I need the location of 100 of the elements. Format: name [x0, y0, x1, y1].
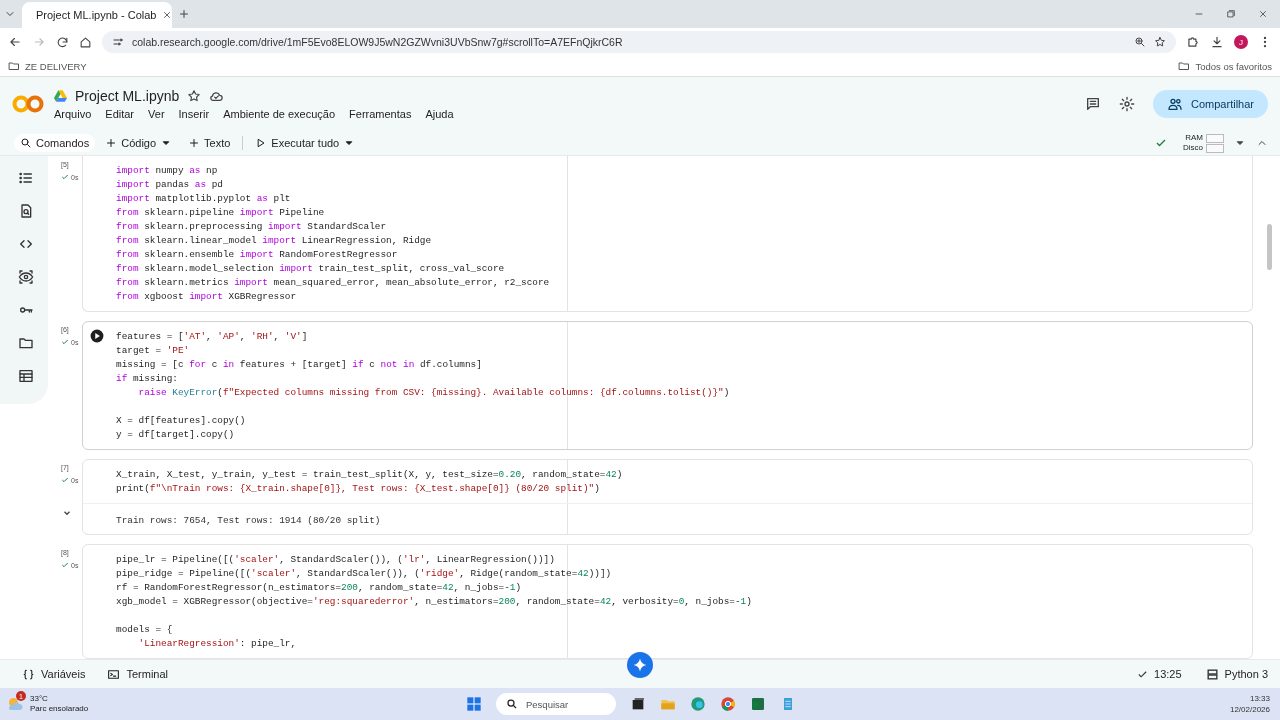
temperature: 33°C: [30, 694, 49, 705]
code-line: import numpy as np: [116, 164, 219, 178]
code-line: pipe_ridge = Pipeline([('scaler', StandardScaler()), ('ridge', Ridge(random_state=42))]): [116, 567, 613, 581]
menu-item[interactable]: Arquivo: [54, 108, 92, 120]
code-line: from sklearn.linear_model import LinearRegression, Ridge: [116, 234, 433, 248]
output-line: Train rows: 7654, Test rows: 1914 (80/20 split): [116, 514, 381, 528]
code-cell[interactable]: [82, 321, 1253, 450]
settings-icon[interactable]: [1119, 96, 1136, 112]
share-button[interactable]: Compartilhar: [1153, 90, 1268, 118]
url-text: colab.research.google.com/drive/1mF5Evo8ELOW9J5wN2GZWvni3UVbSnw7g#scrollTo=A7EFnQjkrC6R: [132, 36, 624, 48]
folder-icon: [8, 60, 20, 72]
code-line: raise KeyError(f"Expected columns missing from CSV: {missing}. Available columns: {df.columns.tolist()}"): [137, 386, 731, 400]
search-icon: [20, 137, 32, 149]
check-icon: [61, 338, 69, 346]
taskbar-clock[interactable]: 13:33 12/02/2026: [1229, 693, 1270, 716]
menu-item[interactable]: Ferramentas: [349, 108, 412, 120]
spreadsheet-app-icon[interactable]: [750, 696, 766, 713]
code-line: from sklearn.pipeline import Pipeline: [116, 206, 326, 220]
download-icon[interactable]: [1210, 35, 1224, 49]
table-of-contents-icon[interactable]: [18, 170, 34, 186]
folder-icon[interactable]: [18, 335, 34, 351]
drive-icon: [54, 90, 67, 102]
close-icon[interactable]: [162, 10, 173, 20]
code-line: y = df[target].copy(): [116, 428, 236, 442]
colab-logo[interactable]: [12, 94, 44, 114]
table-icon[interactable]: [18, 368, 34, 384]
taskbar-search-field[interactable]: Pesquisar: [496, 693, 616, 716]
zoom-icon[interactable]: [1134, 36, 1146, 48]
back-button[interactable]: [8, 35, 22, 49]
code-line: from sklearn.metrics import mean_squared_error, mean_absolute_error, r2_score: [116, 276, 551, 290]
server-icon: [1205, 667, 1219, 681]
code-line: X = df[features].copy(): [116, 414, 247, 428]
menu-item[interactable]: Ambiente de execução: [223, 108, 336, 120]
variables-button[interactable]: Variáveis: [22, 667, 86, 681]
add-icon: [188, 137, 201, 149]
run-cell-button[interactable]: [90, 329, 104, 343]
scrollbar-thumb[interactable]: [1267, 224, 1272, 270]
code-line: from xgboost import XGBRegressor: [116, 290, 298, 304]
tab-title: Project ML.ipynb - Colab: [36, 9, 157, 21]
star-icon[interactable]: [187, 89, 202, 103]
all-bookmarks-folder[interactable]: Todos os favoritos: [1178, 60, 1272, 72]
connected-check-icon: [1155, 137, 1167, 149]
menu-item[interactable]: Ver: [148, 108, 165, 120]
find-icon[interactable]: [18, 203, 34, 219]
reload-button[interactable]: [56, 35, 69, 49]
bookmark-folder[interactable]: ZE DELIVERY: [8, 60, 87, 72]
run-all-button[interactable]: Executar tudo: [249, 134, 362, 152]
code-line: rf = RandomForestRegressor(n_estimators=200, random_state=42, n_jobs=-1): [116, 581, 523, 595]
add-icon: [105, 137, 118, 149]
close-window-button[interactable]: [1258, 9, 1268, 19]
people-icon: [1167, 96, 1184, 112]
check-icon: [61, 476, 69, 484]
edge-browser-icon[interactable]: [690, 696, 706, 713]
command-palette-button[interactable]: Comandos: [14, 134, 96, 152]
new-tab-button[interactable]: [178, 8, 190, 20]
code-line: import matplotlib.pyplot as plt: [116, 192, 292, 206]
runtime-status[interactable]: Python 3: [1205, 667, 1268, 681]
resource-meter[interactable]: RAM Disco: [1155, 133, 1224, 153]
code-line: xgb_model = XGBRegressor(objective='reg:squarederror', n_estimators=200, random_state=42, verbosity=0, n_jobs=-1): [116, 595, 753, 609]
variables-icon: [22, 667, 35, 681]
add-cell-button[interactable]: Código: [99, 134, 179, 152]
check-icon: [61, 173, 69, 181]
last-run-status[interactable]: 13:25: [1137, 668, 1182, 681]
eye-icon[interactable]: [18, 269, 34, 285]
code-line: missing = [c for c in features + [target] if c not in df.columns]: [116, 358, 483, 372]
site-settings-icon: [112, 36, 124, 48]
code-line: target = 'PE': [116, 344, 191, 358]
browser-tab[interactable]: Project ML.ipynb - Colab: [22, 2, 172, 28]
notebook-title[interactable]: Project ML.ipynb: [75, 88, 180, 104]
code-line: from sklearn.model_selection import train_test_split, cross_val_score: [116, 262, 506, 276]
menu-item[interactable]: Ajuda: [425, 108, 454, 120]
restore-button[interactable]: [1226, 9, 1236, 19]
terminal-button[interactable]: Terminal: [107, 667, 168, 681]
puzzle-piece-icon[interactable]: [1186, 35, 1200, 49]
check-icon: [1137, 668, 1149, 680]
check-icon: [61, 561, 69, 569]
code-line: X_train, X_test, y_train, y_test = train_test_split(X, y, test_size=0.20, random_state=42): [116, 468, 624, 482]
folder-icon: [1178, 60, 1191, 72]
menu-item[interactable]: Editar: [105, 108, 135, 120]
sparkle-icon: [633, 658, 647, 673]
code-cell[interactable]: [82, 156, 1253, 312]
search-icon: [506, 698, 518, 711]
add-cell-button[interactable]: Texto: [182, 134, 237, 152]
code-line: if missing:: [116, 372, 179, 386]
home-button[interactable]: [79, 35, 92, 49]
code-cell[interactable]: [82, 544, 1253, 659]
start-button[interactable]: [466, 696, 482, 713]
address-bar[interactable]: colab.research.google.com/drive/1mF5Evo8ELOW9J5wN2GZWvni3UVbSnw7g#scrollTo=A7EFnQjkrC6R: [102, 31, 1176, 53]
code-line: from sklearn.preprocessing import StandardScaler: [116, 220, 388, 234]
chrome-icon[interactable]: [720, 696, 736, 713]
comment-icon[interactable]: [1085, 96, 1102, 112]
menu-item[interactable]: Inserir: [178, 108, 210, 120]
code-line: models = {: [116, 623, 174, 637]
code-line: features = ['AT', 'AP', 'RH', 'V']: [116, 330, 309, 344]
weather-condition: Parc ensolarado: [30, 704, 89, 715]
code-line: 'LinearRegression': pipe_lr,: [137, 637, 298, 651]
gemini-button[interactable]: [627, 652, 653, 679]
bookmark-star-icon[interactable]: [1154, 36, 1166, 48]
profile-avatar[interactable]: J: [1234, 35, 1248, 49]
code-line: print(f"\nTrain rows: {X_train.shape[0]}, Test rows: {X_test.shape[0]} (80/20 split)"): [116, 482, 601, 496]
